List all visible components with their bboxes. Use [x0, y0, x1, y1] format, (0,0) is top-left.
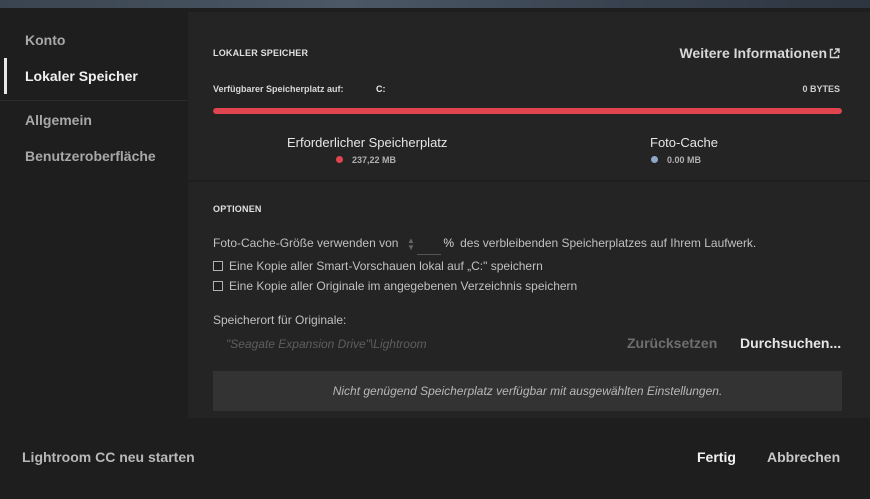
storage-usage-bar — [213, 108, 842, 114]
external-link-icon — [829, 46, 840, 62]
local-storage-panel: LOKALER SPEICHER Weitere Informationen V… — [188, 12, 870, 180]
cache-size-input[interactable] — [417, 238, 442, 255]
required-space-amount: 237,22 MB — [352, 155, 397, 165]
browse-button[interactable]: Durchsuchen... — [740, 335, 841, 351]
preferences-dialog: Konto Lokaler Speicher Allgemein Benutze… — [0, 8, 870, 499]
insufficient-space-warning: Nicht genügend Speicherplatz verfügbar m… — [213, 371, 842, 411]
sidebar-item-allgemein[interactable]: Allgemein — [0, 102, 187, 138]
cache-size-row: Foto-Cache-Größe verwenden von ▲ ▼% des ver… — [213, 236, 756, 255]
percent-sign: % — [443, 236, 455, 250]
available-bytes: 0 BYTES — [802, 84, 840, 94]
required-space-label: Erforderlicher Speicherplatz — [287, 135, 448, 150]
photo-cache-amount: 0.00 MB — [667, 155, 702, 165]
sidebar-item-konto[interactable]: Konto — [0, 22, 187, 58]
window-backdrop-strip — [0, 0, 870, 8]
cancel-button[interactable]: Abbrechen — [767, 449, 840, 465]
originals-checkbox[interactable] — [213, 281, 223, 291]
sidebar-divider — [0, 100, 187, 101]
sidebar-item-benutzeroberflaeche[interactable]: Benutzeroberfläche — [0, 138, 187, 174]
options-panel: OPTIONEN Foto-Cache-Größe verwenden von ▲… — [188, 182, 870, 418]
smart-previews-checkbox-row[interactable]: Eine Kopie aller Smart-Vorschauen lokal … — [213, 259, 543, 273]
spinner-arrows-icon[interactable]: ▲ ▼ — [406, 237, 415, 252]
required-space-dot — [336, 156, 343, 163]
required-space-value: 237,22 MB — [336, 155, 396, 165]
photo-cache-value: 0.00 MB — [651, 155, 701, 165]
local-storage-title: LOKALER SPEICHER — [213, 48, 309, 58]
more-info-link[interactable]: Weitere Informationen — [679, 45, 840, 62]
smart-previews-label: Eine Kopie aller Smart-Vorschauen lokal … — [229, 259, 543, 273]
sidebar-item-lokaler-speicher[interactable]: Lokaler Speicher — [0, 58, 187, 94]
more-info-label: Weitere Informationen — [679, 45, 827, 61]
done-button[interactable]: Fertig — [697, 449, 736, 465]
cache-size-suffix: des verbleibenden Speicherplatzes auf Ih… — [460, 236, 757, 250]
cache-size-prefix: Foto-Cache-Größe verwenden von — [213, 236, 399, 250]
photo-cache-dot — [651, 156, 658, 163]
photo-cache-label: Foto-Cache — [650, 135, 718, 150]
restart-lightroom-button[interactable]: Lightroom CC neu starten — [22, 449, 195, 465]
originals-location-label: Speicherort für Originale: — [213, 313, 347, 327]
originals-location-path: "Seagate Expansion Drive"\Lightroom — [226, 337, 427, 351]
originals-label: Eine Kopie aller Originale im angegebene… — [229, 279, 578, 293]
smart-previews-checkbox[interactable] — [213, 261, 223, 271]
options-title: OPTIONEN — [213, 204, 262, 214]
storage-usage-fill — [213, 108, 842, 114]
available-space-label: Verfügbarer Speicherplatz auf: — [213, 84, 344, 94]
originals-checkbox-row[interactable]: Eine Kopie aller Originale im angegebene… — [213, 279, 577, 293]
preferences-sidebar: Konto Lokaler Speicher Allgemein Benutze… — [0, 8, 187, 420]
available-drive: C: — [376, 84, 386, 94]
reset-button[interactable]: Zurücksetzen — [627, 335, 717, 351]
